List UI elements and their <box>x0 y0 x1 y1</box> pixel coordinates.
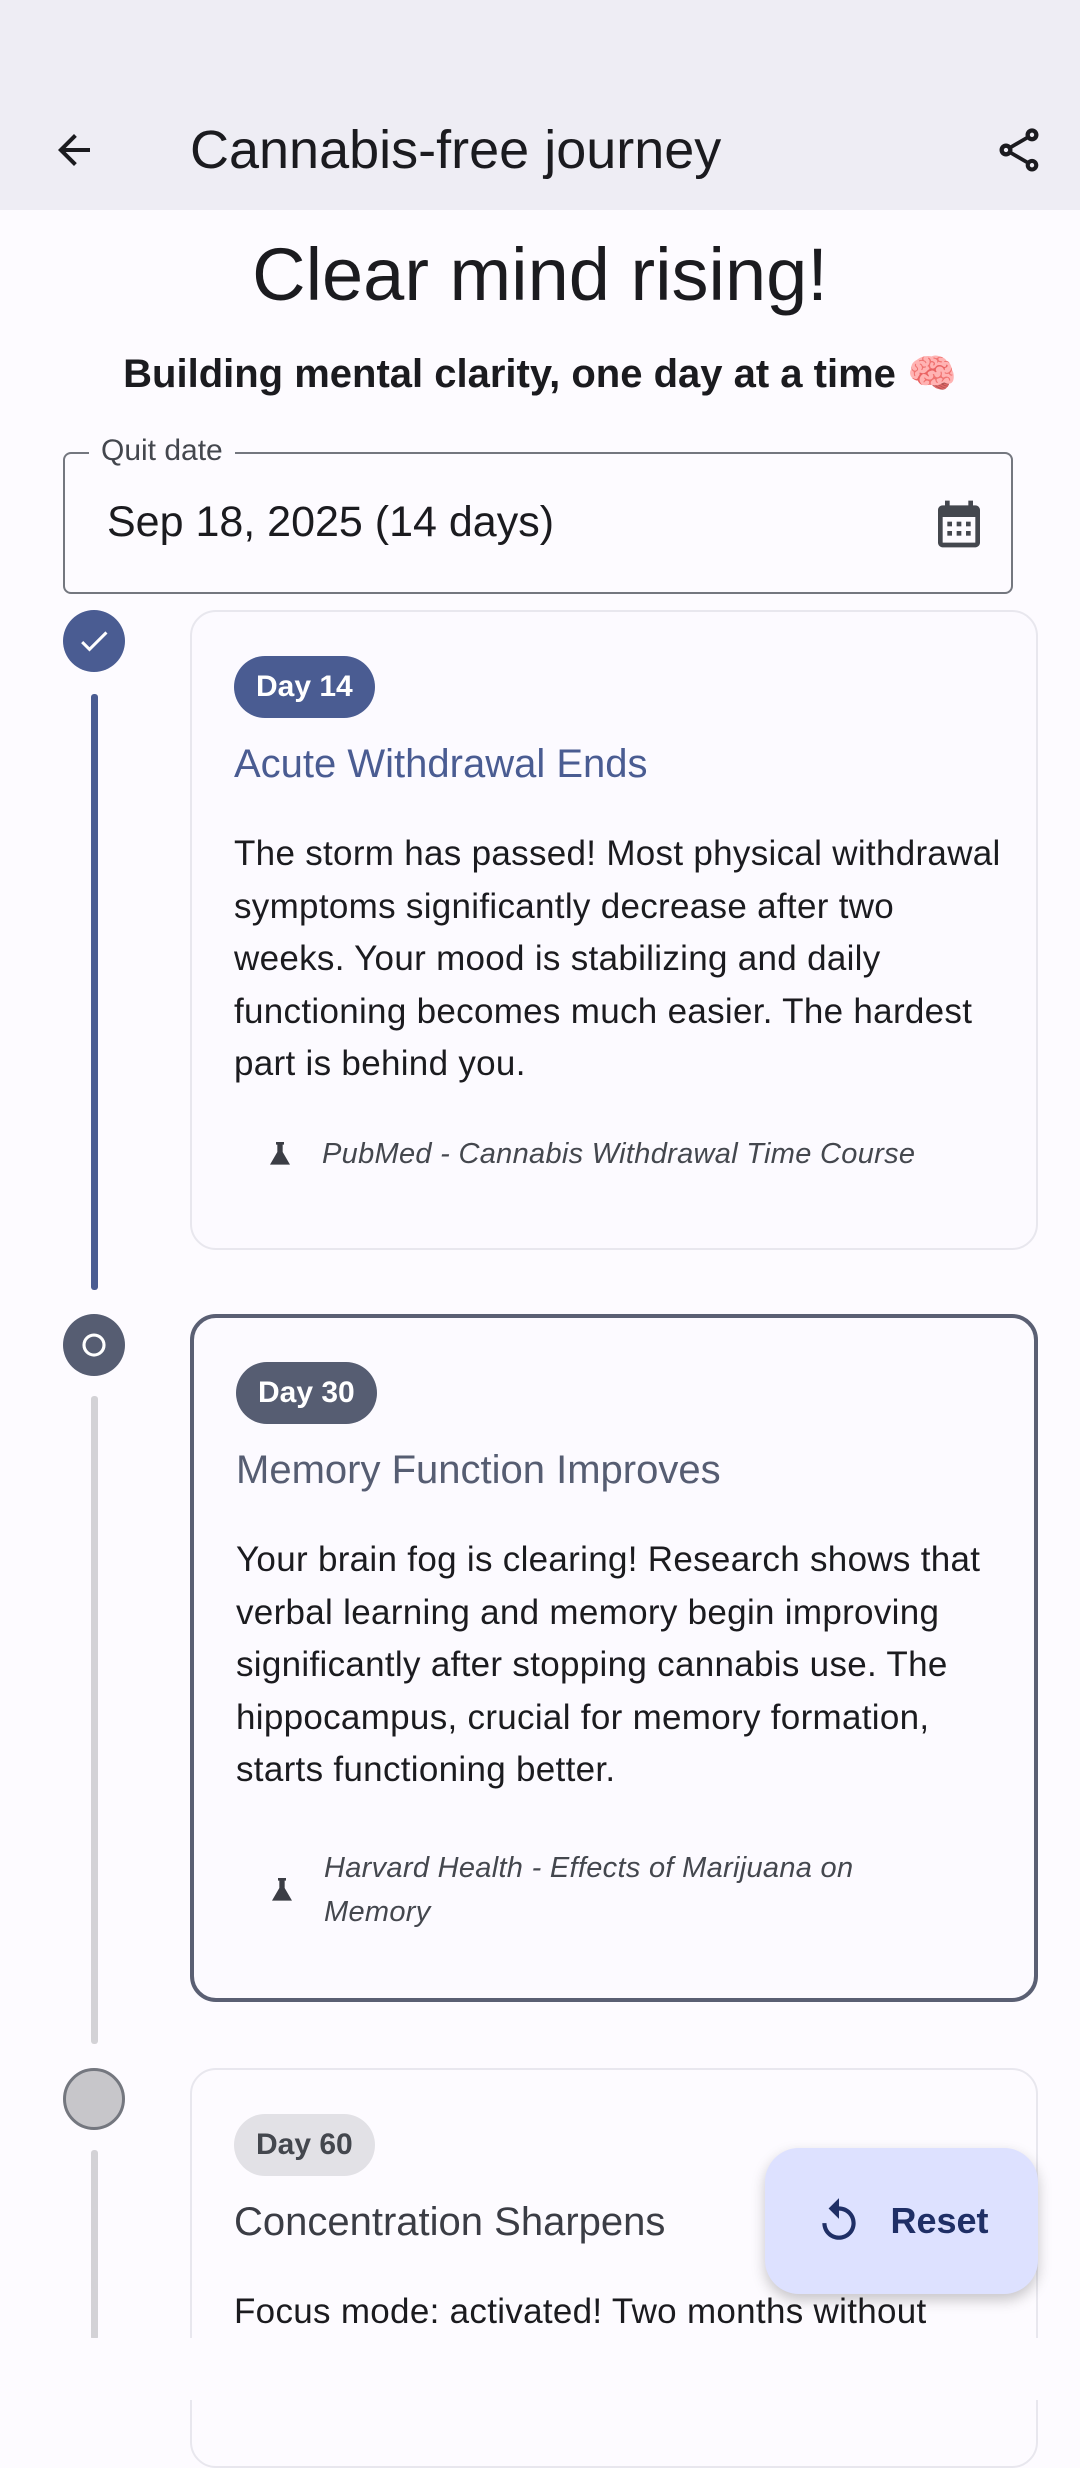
day-chip: Day 30 <box>236 1362 377 1424</box>
timeline-line-upcoming <box>91 1396 98 2044</box>
timeline-dot-upcoming <box>63 2068 125 2130</box>
app-bar-title: Cannabis-free journey <box>190 120 722 180</box>
milestone-card-day-14[interactable]: Day 14 Acute Withdrawal Ends The storm h… <box>190 610 1038 1250</box>
reset-icon <box>822 2198 857 2240</box>
quit-date-value: Sep 18, 2025 (14 days) <box>107 498 555 546</box>
circle-outline-icon <box>82 1333 106 1357</box>
bottom-inset <box>0 2338 1080 2400</box>
milestone-title: Acute Withdrawal Ends <box>234 742 648 786</box>
calendar-icon <box>938 500 980 548</box>
share-button[interactable] <box>975 106 1063 194</box>
arrow-back-icon <box>58 134 90 166</box>
day-chip: Day 14 <box>234 656 375 718</box>
reset-button-label: Reset <box>890 2200 989 2241</box>
reset-button[interactable]: Reset <box>765 2148 1038 2294</box>
quit-date-label: Quit date <box>89 434 235 468</box>
milestone-description: The storm has passed! Most physical with… <box>234 834 1001 1083</box>
milestone-source[interactable]: PubMed - Cannabis Withdrawal Time Course <box>258 1132 915 1176</box>
app-bar: Cannabis-free journey <box>0 90 1080 210</box>
quit-date-field[interactable]: Quit date Sep 18, 2025 (14 days) <box>63 434 1013 594</box>
page-subheadline: Building mental clarity, one day at a ti… <box>123 352 957 396</box>
day-chip: Day 60 <box>234 2114 375 2176</box>
timeline-dot-current <box>63 1314 125 1376</box>
milestone-card-day-30[interactable]: Day 30 Memory Function Improves Your bra… <box>190 1314 1038 2002</box>
timeline-dot-completed <box>63 610 125 672</box>
calendar-button[interactable] <box>929 494 989 554</box>
milestone-title: Memory Function Improves <box>236 1448 721 1492</box>
share-icon <box>999 128 1039 172</box>
back-button[interactable] <box>30 106 118 194</box>
flask-icon <box>258 1137 302 1171</box>
timeline-line-completed <box>91 694 98 1290</box>
timeline-line-upcoming <box>91 2150 98 2340</box>
source-text: Harvard Health - Effects of Marijuana on… <box>324 1852 854 1928</box>
source-text: PubMed - Cannabis Withdrawal Time Course <box>322 1138 916 1170</box>
page-headline: Clear mind rising! <box>252 233 828 316</box>
status-bar <box>0 0 1080 90</box>
check-icon <box>81 631 108 652</box>
milestone-title: Concentration Sharpens <box>234 2200 666 2244</box>
milestone-source[interactable]: Harvard Health - Effects of Marijuana on… <box>260 1846 944 1934</box>
milestone-description: Your brain fog is clearing! Research sho… <box>236 1540 981 1789</box>
flask-icon <box>260 1873 304 1907</box>
